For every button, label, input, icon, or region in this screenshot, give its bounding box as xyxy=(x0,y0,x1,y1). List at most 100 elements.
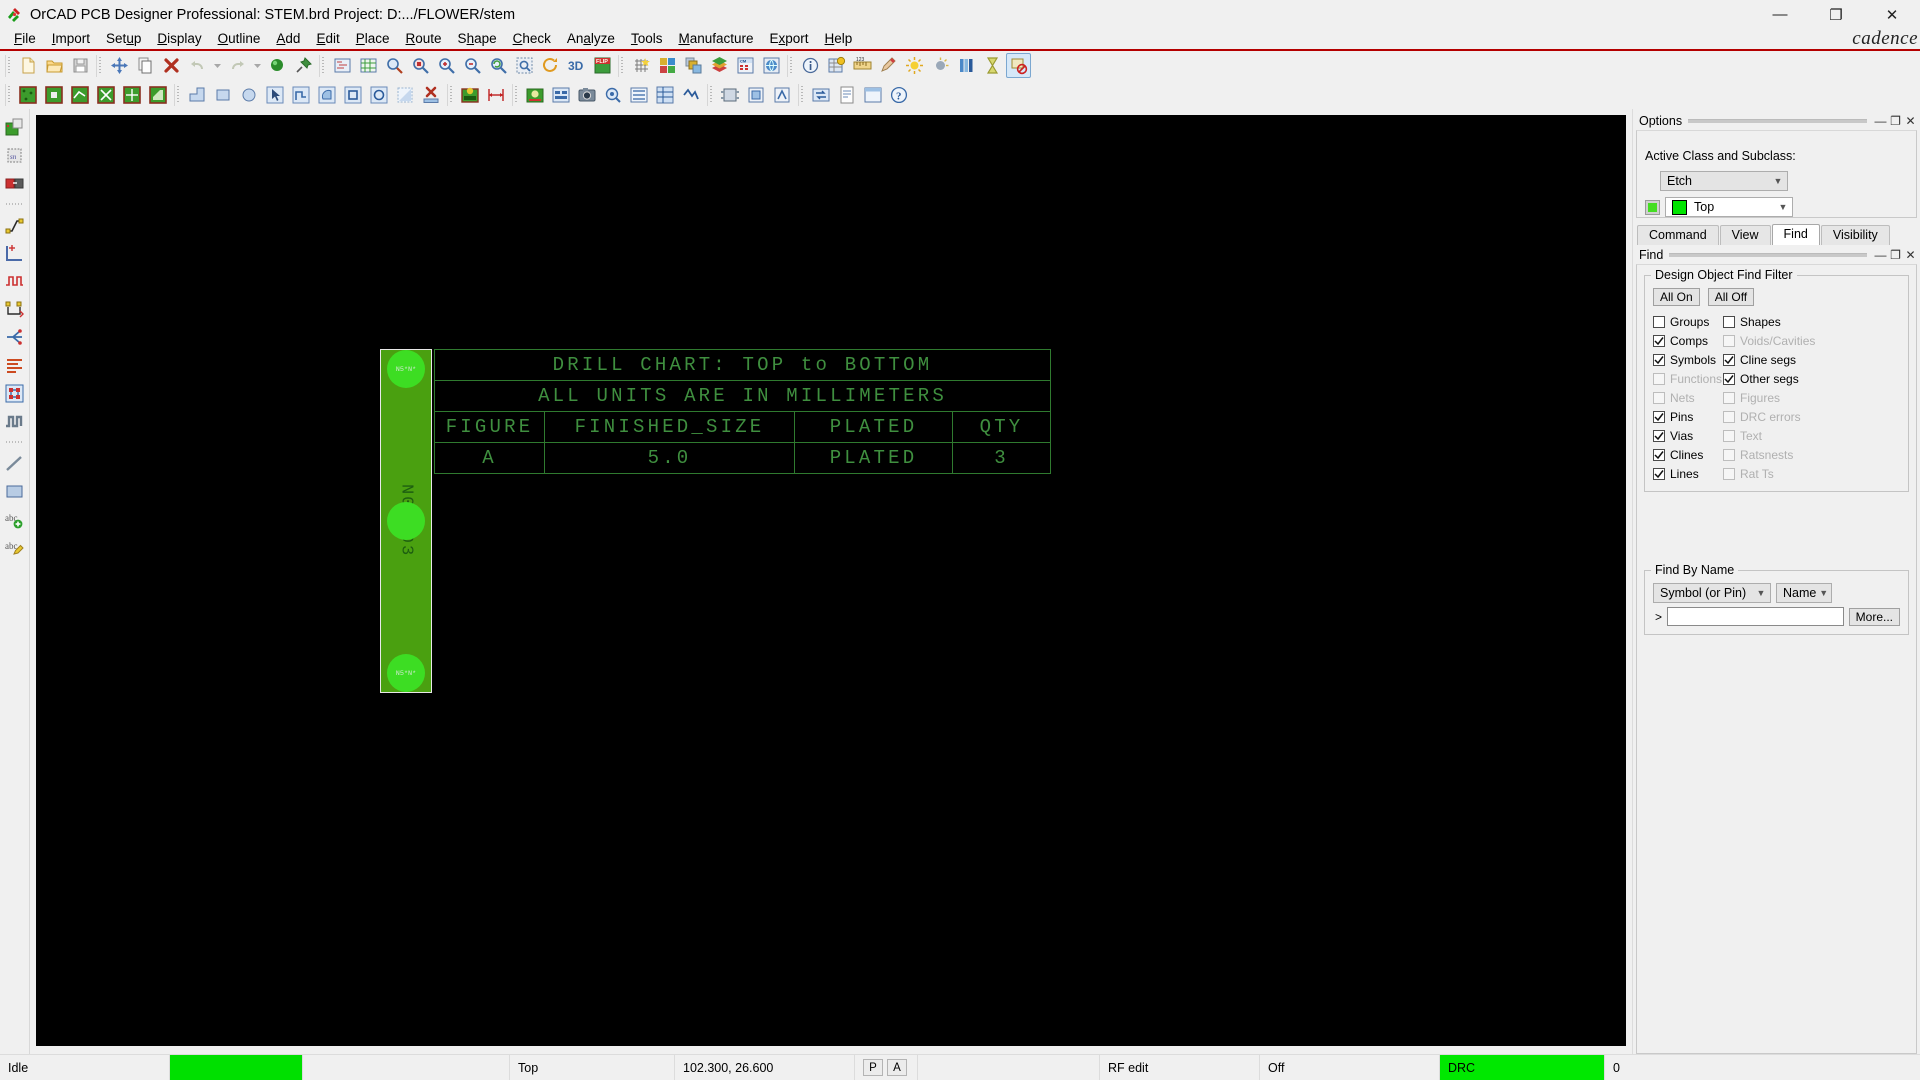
zoom-out-icon[interactable] xyxy=(460,53,485,78)
board-copper-strip[interactable]: N5*N* N00003 N5*N* xyxy=(380,349,432,693)
toolbar-grip[interactable] xyxy=(5,55,12,77)
slide-icon[interactable] xyxy=(2,240,28,266)
toolbar2-grip[interactable] xyxy=(5,84,12,106)
active-subclass-select[interactable]: Top ▼ xyxy=(1665,197,1793,217)
bom-icon[interactable] xyxy=(653,82,678,107)
report-icon[interactable] xyxy=(835,82,860,107)
maximize-button[interactable]: ❐ xyxy=(1808,0,1864,29)
all-off-button[interactable]: All Off xyxy=(1708,288,1754,306)
auto-route-icon[interactable] xyxy=(2,380,28,406)
zoom-world-icon[interactable] xyxy=(356,53,381,78)
arc-icon[interactable] xyxy=(315,82,340,107)
menu-shape[interactable]: Shape xyxy=(450,30,505,48)
quickplace-icon[interactable] xyxy=(770,82,795,107)
menu-manufacture[interactable]: Manufacture xyxy=(670,30,761,48)
checkbox-other-segs[interactable]: Other segs xyxy=(1723,370,1900,388)
info-icon[interactable] xyxy=(798,53,823,78)
checkbox-symbols[interactable]: Symbols xyxy=(1653,351,1723,369)
move-icon[interactable] xyxy=(107,53,132,78)
toolbar2-grip-2[interactable] xyxy=(174,84,181,106)
shape-edit-icon[interactable] xyxy=(68,82,93,107)
gerber-icon[interactable] xyxy=(549,82,574,107)
find-search-input[interactable] xyxy=(1667,607,1844,626)
edit-text-icon[interactable]: abc xyxy=(2,534,28,560)
refresh-icon[interactable] xyxy=(538,53,563,78)
window-icon[interactable] xyxy=(861,82,886,107)
three-d-view-icon[interactable]: 3D xyxy=(564,53,589,78)
delay-tune-icon[interactable] xyxy=(2,268,28,294)
menu-setup[interactable]: Setup xyxy=(98,30,149,48)
options-float-icon[interactable]: ❐ xyxy=(1888,113,1903,128)
via-pad-bottom[interactable]: N5*N* xyxy=(387,654,425,692)
checkbox-pins[interactable]: Pins xyxy=(1653,408,1723,426)
polygon-icon[interactable] xyxy=(289,82,314,107)
minimize-button[interactable]: — xyxy=(1752,0,1808,29)
options-panel-drag-rail[interactable] xyxy=(1688,119,1867,123)
toolbar-grip-5[interactable] xyxy=(787,55,794,77)
pin-icon[interactable] xyxy=(291,53,316,78)
shape-compose-icon[interactable] xyxy=(120,82,145,107)
toolbar-grip-3[interactable] xyxy=(319,55,326,77)
swap-component-icon[interactable] xyxy=(2,170,28,196)
toolbar2-grip-6[interactable] xyxy=(798,84,805,106)
sun-icon[interactable] xyxy=(902,53,927,78)
mode-p-button[interactable]: P xyxy=(863,1059,883,1076)
checkbox-comps[interactable]: Comps xyxy=(1653,332,1723,350)
add-connect-icon[interactable] xyxy=(2,212,28,238)
zoom-selection-icon[interactable] xyxy=(382,53,407,78)
menu-file[interactable]: File xyxy=(6,30,44,48)
hourglass-icon[interactable] xyxy=(980,53,1005,78)
color-layer-icon[interactable] xyxy=(655,53,680,78)
toolbar-grip-2[interactable] xyxy=(96,55,103,77)
find-close-icon[interactable]: ✕ xyxy=(1903,247,1918,262)
package-icon[interactable] xyxy=(718,82,743,107)
rectangle-icon[interactable] xyxy=(211,82,236,107)
toolbar2-grip-4[interactable] xyxy=(512,84,519,106)
circle-icon[interactable] xyxy=(237,82,262,107)
copy-icon[interactable] xyxy=(133,53,158,78)
find-object-type-select[interactable]: Symbol (or Pin) ▼ xyxy=(1653,583,1771,603)
pointer-icon[interactable] xyxy=(263,82,288,107)
rail-grip-1[interactable] xyxy=(5,200,25,208)
find-match-mode-select[interactable]: Name ▼ xyxy=(1776,583,1832,603)
paste-special-icon[interactable] xyxy=(679,82,704,107)
menu-edit[interactable]: Edit xyxy=(308,30,347,48)
zoom-region-icon[interactable] xyxy=(512,53,537,78)
menu-analyze[interactable]: Analyze xyxy=(559,30,623,48)
drill-legend-icon[interactable] xyxy=(458,82,483,107)
menu-check[interactable]: Check xyxy=(505,30,559,48)
line-icon[interactable] xyxy=(2,450,28,476)
globe-icon[interactable] xyxy=(759,53,784,78)
constraint-manager-icon[interactable] xyxy=(824,53,849,78)
redo-icon[interactable] xyxy=(225,53,250,78)
snake-route-icon[interactable] xyxy=(2,408,28,434)
via-pad-top[interactable]: N5*N* xyxy=(387,350,425,388)
place-manual-icon[interactable] xyxy=(2,114,28,140)
shape-decompose-icon[interactable] xyxy=(146,82,171,107)
tab-view[interactable]: View xyxy=(1720,225,1771,245)
toolbar2-grip-3[interactable] xyxy=(447,84,454,106)
shape-fill-icon[interactable] xyxy=(393,82,418,107)
ncdrill-icon[interactable] xyxy=(601,82,626,107)
toolbar-grip-4[interactable] xyxy=(618,55,625,77)
shape-delete-icon[interactable] xyxy=(94,82,119,107)
drc-check-icon[interactable] xyxy=(523,82,548,107)
measure-icon[interactable]: 123 xyxy=(850,53,875,78)
all-on-button[interactable]: All On xyxy=(1653,288,1700,306)
fanout-icon[interactable] xyxy=(2,324,28,350)
drill-chart[interactable]: DRILL CHART: TOP to BOTTOM ALL UNITS ARE… xyxy=(434,349,1051,474)
menu-display[interactable]: Display xyxy=(149,30,209,48)
drc-select-icon[interactable] xyxy=(1006,53,1031,78)
find-minimize-icon[interactable]: — xyxy=(1873,247,1888,262)
undo-dropdown-icon[interactable] xyxy=(211,53,224,78)
mode-a-button[interactable]: A xyxy=(887,1059,907,1076)
active-class-select[interactable]: Etch ▼ xyxy=(1660,171,1788,191)
subclass-color-button[interactable] xyxy=(1645,200,1660,215)
flip-design-icon[interactable]: FLIP xyxy=(590,53,615,78)
netlist-icon[interactable] xyxy=(627,82,652,107)
layers-icon[interactable] xyxy=(707,53,732,78)
waveform-icon[interactable] xyxy=(954,53,979,78)
menu-add[interactable]: Add xyxy=(268,30,308,48)
options-close-icon[interactable]: ✕ xyxy=(1903,113,1918,128)
checkbox-cline-segs[interactable]: Cline segs xyxy=(1723,351,1900,369)
